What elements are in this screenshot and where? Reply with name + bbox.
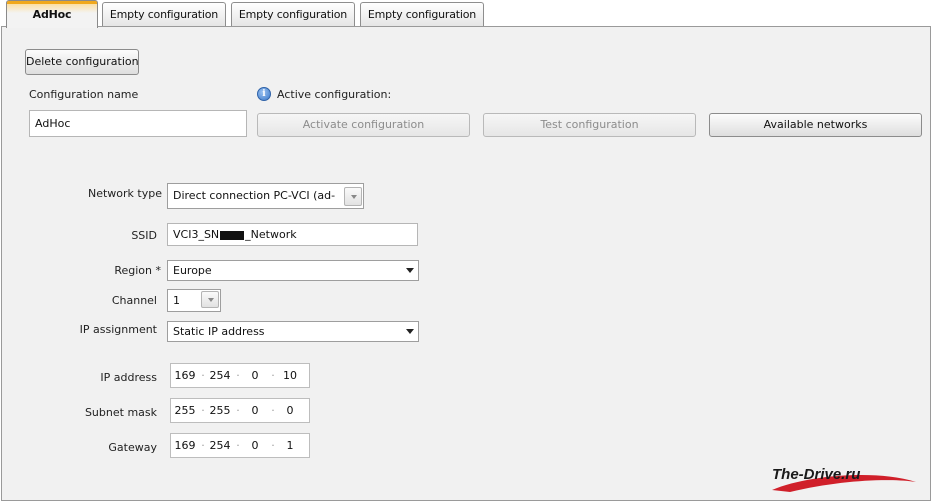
info-icon: i (257, 87, 271, 101)
gateway-octet-4[interactable]: 1 (277, 434, 303, 457)
gateway-octet-2[interactable]: 254 (207, 434, 233, 457)
ssid-label: SSID (131, 229, 157, 242)
ssid-input[interactable]: VCI3_SN _Network (167, 223, 418, 246)
octet-separator: · (201, 439, 205, 452)
ssid-suffix: _Network (245, 228, 297, 241)
subnet-octet-3[interactable]: 0 (242, 399, 268, 422)
octet-separator: · (236, 439, 240, 452)
ip-address-label: IP address (100, 371, 157, 384)
network-type-value: Direct connection PC-VCI (ad- (173, 189, 336, 202)
ip-octet-4[interactable]: 10 (277, 364, 303, 387)
tab-empty-configuration-3[interactable]: Empty configuration (360, 2, 484, 27)
delete-configuration-button[interactable]: Delete configuration (25, 49, 139, 75)
configuration-name-label: Configuration name (29, 88, 139, 101)
tab-adhoc[interactable]: AdHoc (6, 0, 98, 28)
subnet-mask-label: Subnet mask (84, 406, 157, 419)
configuration-name-input[interactable]: AdHoc (29, 110, 247, 137)
ip-assignment-select[interactable]: Static IP address (167, 321, 419, 342)
ip-assignment-value: Static IP address (173, 325, 265, 338)
channel-label: Channel (111, 294, 157, 307)
ip-octet-2[interactable]: 254 (207, 364, 233, 387)
channel-dropdown-button[interactable] (201, 291, 219, 308)
chevron-down-icon (208, 298, 214, 302)
tab-empty-configuration-1[interactable]: Empty configuration (102, 2, 226, 27)
subnet-octet-2[interactable]: 255 (207, 399, 233, 422)
channel-value: 1 (173, 294, 180, 307)
octet-separator: · (271, 439, 275, 452)
subnet-octet-1[interactable]: 255 (172, 399, 198, 422)
octet-separator: · (236, 369, 240, 382)
subnet-octet-4[interactable]: 0 (277, 399, 303, 422)
region-select[interactable]: Europe (167, 260, 419, 281)
configuration-panel: Delete configuration Configuration name … (1, 26, 931, 501)
gateway-input[interactable]: 169 · 254 · 0 · 1 (170, 433, 310, 458)
network-type-label: Network type (88, 187, 162, 200)
watermark-logo: The-Drive.ru (772, 466, 861, 483)
gateway-octet-1[interactable]: 169 (172, 434, 198, 457)
network-type-dropdown-button[interactable] (344, 187, 362, 206)
ip-assignment-label: IP assignment (79, 323, 157, 336)
tab-bar: AdHoc Empty configuration Empty configur… (0, 0, 932, 28)
region-label: Region * (114, 264, 161, 277)
subnet-mask-input[interactable]: 255 · 255 · 0 · 0 (170, 398, 310, 423)
chevron-down-icon (406, 329, 414, 334)
ssid-prefix: VCI3_SN (173, 228, 220, 241)
octet-separator: · (271, 404, 275, 417)
octet-separator: · (201, 369, 205, 382)
octet-separator: · (236, 404, 240, 417)
gateway-label: Gateway (108, 441, 157, 454)
test-configuration-button[interactable]: Test configuration (483, 113, 696, 137)
region-value: Europe (173, 264, 212, 277)
tab-empty-configuration-2[interactable]: Empty configuration (231, 2, 355, 27)
octet-separator: · (201, 404, 205, 417)
ip-octet-1[interactable]: 169 (172, 364, 198, 387)
active-configuration-label: Active configuration: (277, 88, 392, 101)
available-networks-button[interactable]: Available networks (709, 113, 922, 137)
ip-octet-3[interactable]: 0 (242, 364, 268, 387)
ip-address-input[interactable]: 169 · 254 · 0 · 10 (170, 363, 310, 388)
gateway-octet-3[interactable]: 0 (242, 434, 268, 457)
octet-separator: · (271, 369, 275, 382)
activate-configuration-button[interactable]: Activate configuration (257, 113, 470, 137)
network-type-select[interactable]: Direct connection PC-VCI (ad- (167, 183, 364, 209)
channel-select[interactable]: 1 (167, 289, 221, 312)
chevron-down-icon (351, 195, 357, 199)
redacted-block (220, 230, 245, 240)
chevron-down-icon (406, 268, 414, 273)
